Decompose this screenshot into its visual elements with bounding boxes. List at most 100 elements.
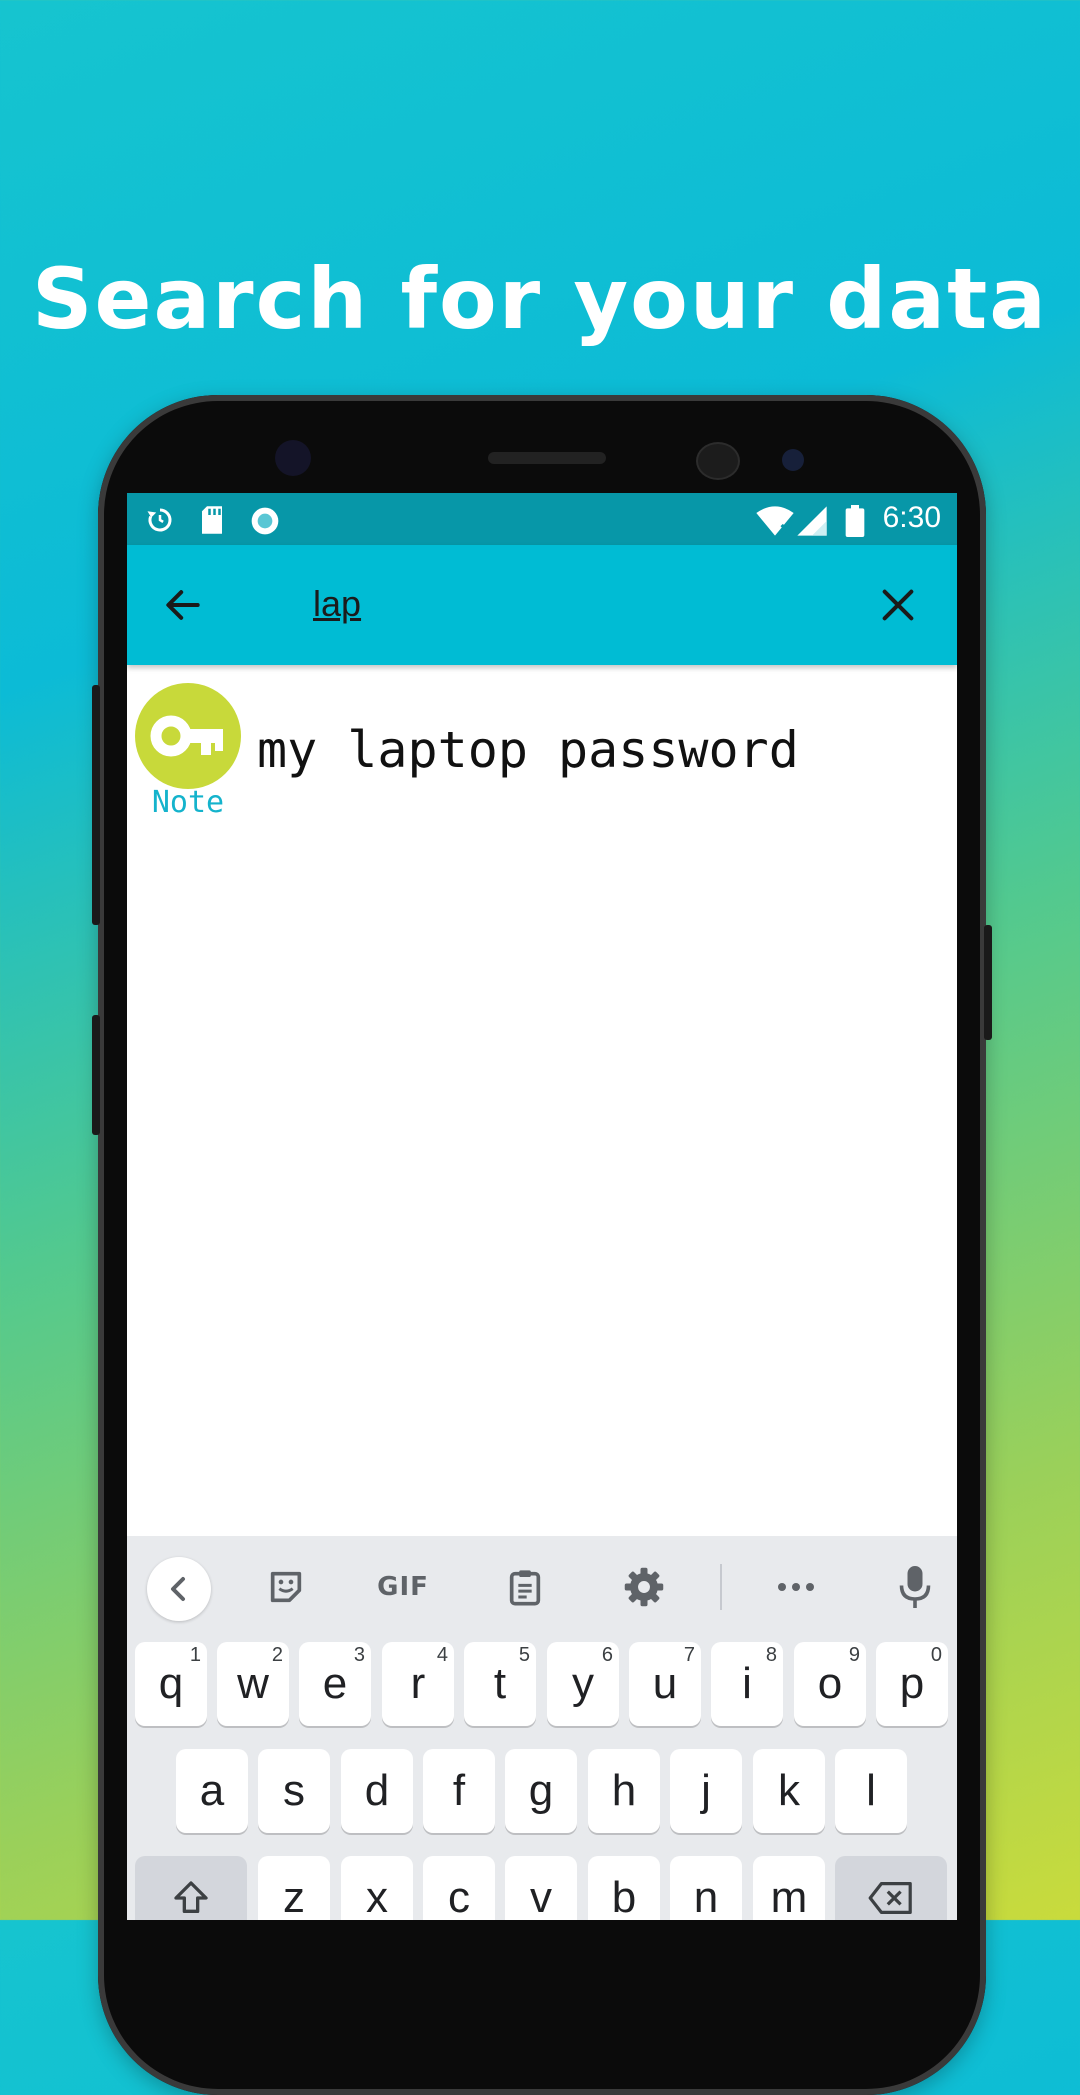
key-label: v	[530, 1873, 552, 1920]
headline: Search for your data	[32, 250, 1048, 348]
backspace-key[interactable]	[835, 1856, 947, 1920]
sync-icon	[147, 508, 172, 532]
sd-card-icon	[202, 506, 222, 534]
phone-side-button	[92, 1015, 100, 1135]
shift-key[interactable]	[135, 1856, 247, 1920]
wifi-icon	[756, 506, 794, 536]
key-i[interactable]: i8	[711, 1642, 783, 1726]
key-z[interactable]: z	[258, 1856, 330, 1920]
key-l[interactable]: l	[835, 1749, 907, 1833]
mic-icon	[899, 1566, 931, 1608]
key-x[interactable]: x	[341, 1856, 413, 1920]
key-a[interactable]: a	[176, 1749, 248, 1833]
mic-button[interactable]	[895, 1564, 935, 1610]
keyboard-collapse-button[interactable]	[147, 1557, 211, 1621]
key-v[interactable]: v	[505, 1856, 577, 1920]
key-label: e	[322, 1659, 348, 1708]
item-title: my laptop password	[257, 721, 799, 779]
key-label: p	[899, 1659, 925, 1708]
key-b[interactable]: b	[588, 1856, 660, 1920]
sticker-button[interactable]	[263, 1564, 309, 1610]
key-label: r	[410, 1659, 426, 1708]
keyboard-toolbar: GIF	[127, 1536, 957, 1636]
key-label: o	[817, 1659, 843, 1708]
note-avatar	[135, 683, 241, 789]
chevron-left-icon	[171, 1577, 185, 1601]
key-s[interactable]: s	[258, 1749, 330, 1833]
gif-label: GIF	[377, 1572, 429, 1602]
key-label: c	[448, 1873, 470, 1920]
close-icon[interactable]	[878, 585, 918, 625]
more-button[interactable]	[771, 1564, 821, 1610]
key-label: t	[493, 1659, 507, 1708]
list-item[interactable]: Note my laptop password	[135, 683, 945, 843]
key-label: a	[199, 1766, 225, 1815]
backspace-icon	[868, 1882, 912, 1914]
key-label: x	[366, 1873, 388, 1920]
key-c[interactable]: c	[423, 1856, 495, 1920]
key-label: l	[866, 1766, 876, 1815]
key-label: m	[770, 1873, 808, 1920]
key-m[interactable]: m	[753, 1856, 825, 1920]
key-hint: 6	[601, 1644, 613, 1666]
phone-side-button	[92, 685, 100, 925]
key-k[interactable]: k	[753, 1749, 825, 1833]
key-label: g	[528, 1766, 554, 1815]
key-hint: 9	[848, 1644, 860, 1666]
arrow-back-icon[interactable]	[161, 583, 205, 627]
key-n[interactable]: n	[670, 1856, 742, 1920]
key-w[interactable]: w2	[217, 1642, 289, 1726]
key-label: z	[283, 1873, 305, 1920]
key-d[interactable]: d	[341, 1749, 413, 1833]
key-label: j	[701, 1766, 711, 1815]
key-f[interactable]: f	[423, 1749, 495, 1833]
key-label: y	[572, 1659, 594, 1708]
key-hint: 0	[930, 1644, 942, 1666]
gif-button[interactable]: GIF	[373, 1564, 433, 1610]
key-hint: 8	[765, 1644, 777, 1666]
phone-sensor	[782, 449, 804, 471]
settings-button[interactable]	[621, 1564, 667, 1610]
record-icon	[251, 507, 279, 535]
key-label: w	[237, 1659, 269, 1708]
key-g[interactable]: g	[505, 1749, 577, 1833]
search-app-bar: lap	[127, 545, 957, 665]
status-bar: 6:30	[127, 493, 957, 545]
key-label: q	[158, 1659, 184, 1708]
shift-icon	[174, 1881, 208, 1913]
sticker-icon	[270, 1571, 302, 1603]
clipboard-button[interactable]	[502, 1564, 548, 1610]
status-time: 6:30	[882, 501, 941, 534]
key-hint: 3	[353, 1644, 365, 1666]
key-r[interactable]: r4	[382, 1642, 454, 1726]
key-p[interactable]: p0	[876, 1642, 948, 1726]
key-h[interactable]: h	[588, 1749, 660, 1833]
key-u[interactable]: u7	[629, 1642, 701, 1726]
battery-icon	[845, 505, 865, 537]
key-label: k	[778, 1766, 800, 1815]
key-hint: 5	[518, 1644, 530, 1666]
key-label: f	[452, 1766, 466, 1815]
more-icon	[778, 1583, 814, 1591]
search-input[interactable]: lap	[313, 583, 361, 625]
key-j[interactable]: j	[670, 1749, 742, 1833]
phone-camera	[275, 440, 311, 476]
key-label: b	[611, 1873, 637, 1920]
phone-screen: 6:30 lap Note my laptop password GIF q 1…	[127, 493, 957, 1920]
signal-icon	[797, 506, 827, 536]
key-hint: 7	[683, 1644, 695, 1666]
toolbar-divider	[720, 1564, 722, 1610]
gear-icon	[624, 1567, 664, 1607]
key-label: n	[693, 1873, 719, 1920]
key-label: d	[364, 1766, 390, 1815]
key-t[interactable]: t5	[464, 1642, 536, 1726]
phone-sensor	[696, 442, 740, 480]
key-o[interactable]: o9	[794, 1642, 866, 1726]
phone-side-button	[984, 925, 992, 1040]
key-q[interactable]: q1	[135, 1642, 207, 1726]
key-hint: 1	[189, 1644, 201, 1666]
phone-speaker	[488, 452, 606, 464]
key-y[interactable]: y6	[547, 1642, 619, 1726]
key-icon	[150, 715, 223, 757]
key-e[interactable]: e3	[299, 1642, 371, 1726]
